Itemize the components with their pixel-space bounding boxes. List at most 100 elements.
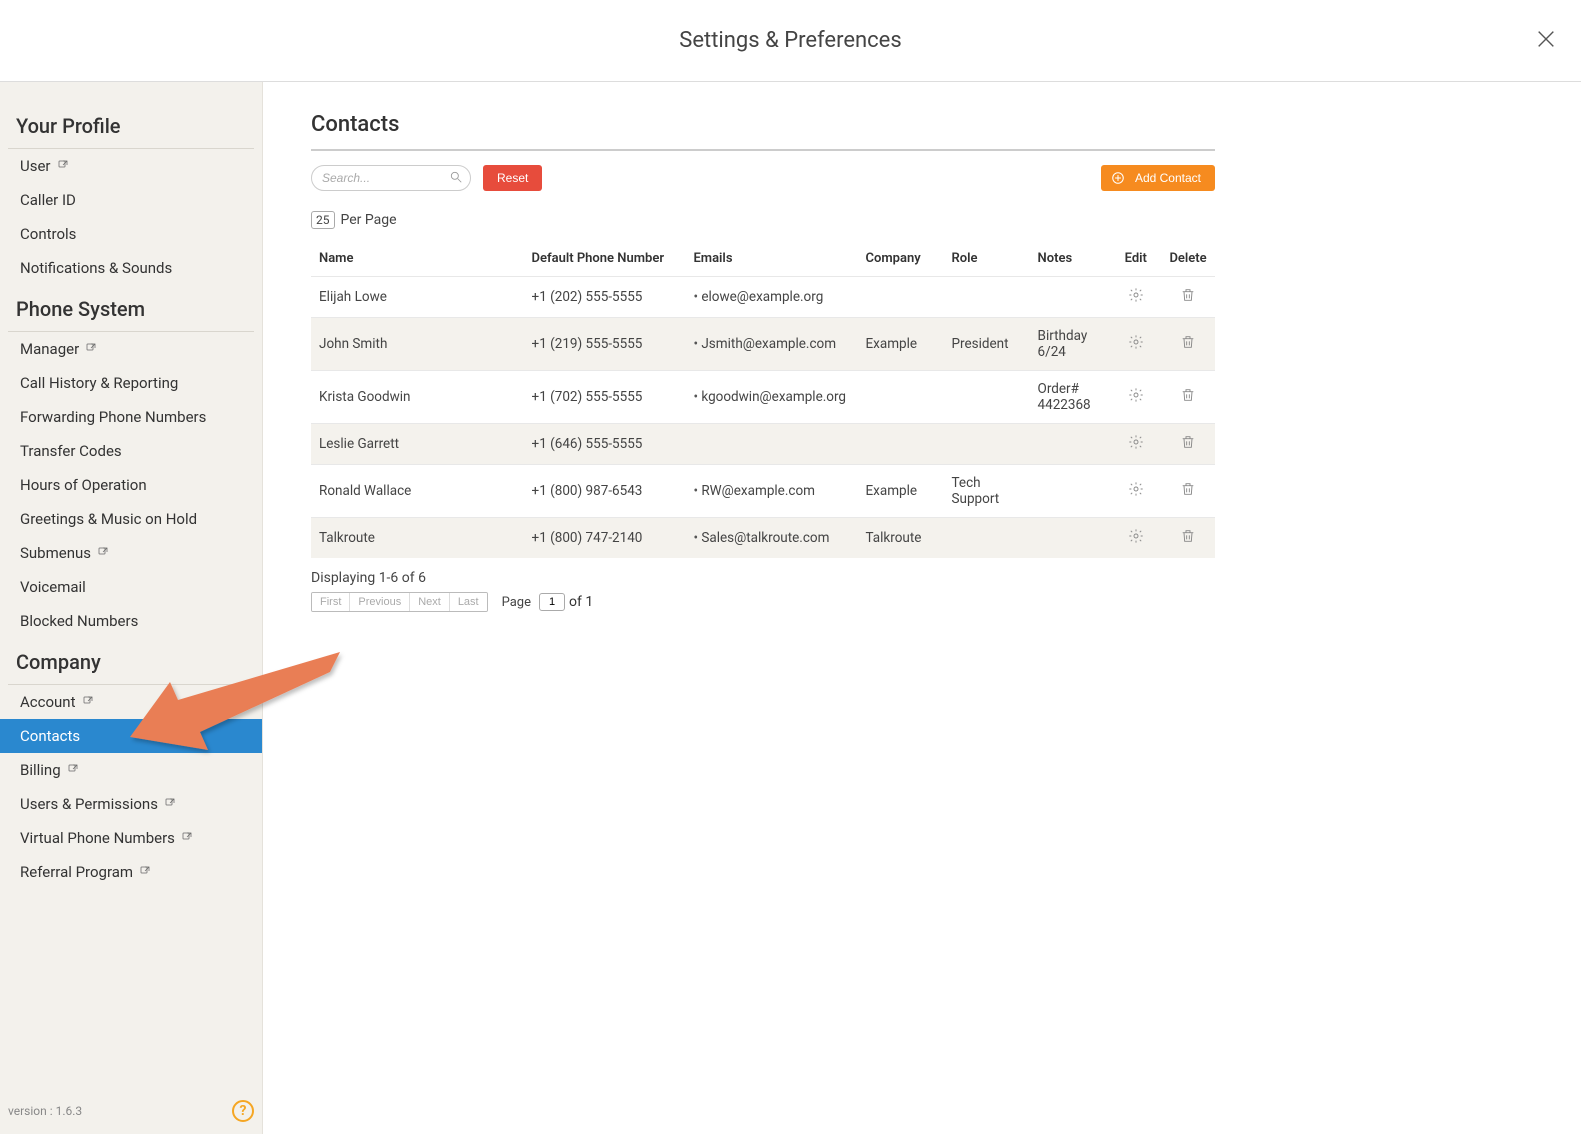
sidebar-item-contacts[interactable]: Contacts (0, 719, 262, 753)
sidebar-item-account[interactable]: Account (0, 685, 262, 719)
sidebar-item-label: Forwarding Phone Numbers (20, 408, 206, 426)
sidebar-item-label: Controls (20, 225, 76, 243)
sidebar-item-label: User (20, 157, 51, 175)
sidebar-item-transfer-codes[interactable]: Transfer Codes (0, 434, 262, 468)
external-link-icon (164, 795, 176, 813)
external-link-icon (85, 340, 97, 358)
sidebar-item-label: Submenus (20, 544, 91, 562)
cell-notes (1030, 465, 1111, 518)
sidebar-item-label: Billing (20, 761, 61, 779)
toolbar: Reset Add Contact (311, 165, 1215, 191)
plus-circle-icon (1111, 171, 1125, 185)
page-title: Contacts (311, 112, 1215, 151)
sidebar-item-label: Blocked Numbers (20, 612, 138, 630)
cell-phone: +1 (219) 555-5555 (524, 318, 686, 371)
gear-icon[interactable] (1118, 434, 1153, 450)
cell-notes (1030, 277, 1111, 318)
sidebar-item-referral-program[interactable]: Referral Program (0, 855, 262, 889)
help-icon[interactable]: ? (232, 1100, 254, 1122)
header: Settings & Preferences (0, 0, 1581, 82)
table-row: Ronald Wallace+1 (800) 987-6543RW@exampl… (311, 465, 1215, 518)
trash-icon[interactable] (1169, 434, 1207, 450)
trash-icon[interactable] (1169, 481, 1207, 497)
external-link-icon (67, 761, 79, 779)
pager-previous[interactable]: Previous (350, 593, 410, 611)
cell-phone: +1 (202) 555-5555 (524, 277, 686, 318)
sidebar-item-blocked-numbers[interactable]: Blocked Numbers (0, 604, 262, 638)
cell-email (685, 424, 857, 465)
table-row: John Smith+1 (219) 555-5555Jsmith@exampl… (311, 318, 1215, 371)
per-page-value[interactable]: 25 (311, 211, 335, 229)
add-contact-label: Add Contact (1135, 171, 1201, 185)
sidebar-item-label: Account (20, 693, 76, 711)
page-of-label: of 1 (569, 594, 593, 610)
cell-name: Leslie Garrett (311, 424, 524, 465)
pager: First Previous Next Last Page of 1 (311, 592, 1215, 612)
col-edit: Edit (1110, 241, 1161, 277)
cell-company (858, 371, 944, 424)
gear-icon[interactable] (1118, 481, 1153, 497)
col-company: Company (858, 241, 944, 277)
cell-role: Tech Support (944, 465, 1030, 518)
col-role: Role (944, 241, 1030, 277)
reset-button[interactable]: Reset (483, 165, 542, 191)
close-icon[interactable] (1535, 28, 1557, 54)
main-content: Contacts Reset Add Contact 25 Per Page (263, 82, 1263, 1134)
sidebar-item-user[interactable]: User (0, 149, 262, 183)
sidebar-item-label: Transfer Codes (20, 442, 122, 460)
trash-icon[interactable] (1169, 287, 1207, 303)
sidebar-item-voicemail[interactable]: Voicemail (0, 570, 262, 604)
cell-notes: Birthday 6/24 (1030, 318, 1111, 371)
cell-role (944, 424, 1030, 465)
sidebar-item-label: Virtual Phone Numbers (20, 829, 175, 847)
gear-icon[interactable] (1118, 387, 1153, 403)
contacts-table: Name Default Phone Number Emails Company… (311, 241, 1215, 558)
external-link-icon (82, 693, 94, 711)
sidebar-item-forwarding-phone-numbers[interactable]: Forwarding Phone Numbers (0, 400, 262, 434)
cell-name: Ronald Wallace (311, 465, 524, 518)
trash-icon[interactable] (1169, 387, 1207, 403)
pager-next[interactable]: Next (410, 593, 450, 611)
gear-icon[interactable] (1118, 334, 1153, 350)
table-row: Talkroute+1 (800) 747-2140Sales@talkrout… (311, 518, 1215, 559)
col-delete: Delete (1161, 241, 1215, 277)
sidebar: Your Profile User Caller ID Controls Notific… (0, 82, 263, 1134)
cell-notes (1030, 518, 1111, 559)
sidebar-item-submenus[interactable]: Submenus (0, 536, 262, 570)
sidebar-item-billing[interactable]: Billing (0, 753, 262, 787)
page-header-title: Settings & Preferences (679, 28, 901, 53)
sidebar-item-call-history-reporting[interactable]: Call History & Reporting (0, 366, 262, 400)
sidebar-item-notifications-sounds[interactable]: Notifications & Sounds (0, 251, 262, 285)
cell-phone: +1 (702) 555-5555 (524, 371, 686, 424)
trash-icon[interactable] (1169, 334, 1207, 350)
sidebar-item-users-permissions[interactable]: Users & Permissions (0, 787, 262, 821)
cell-role (944, 277, 1030, 318)
sidebar-item-virtual-phone-numbers[interactable]: Virtual Phone Numbers (0, 821, 262, 855)
pager-last[interactable]: Last (450, 593, 487, 611)
gear-icon[interactable] (1118, 287, 1153, 303)
sidebar-item-greetings-music-on-hold[interactable]: Greetings & Music on Hold (0, 502, 262, 536)
cell-email: kgoodwin@example.org (685, 371, 857, 424)
sidebar-item-label: Call History & Reporting (20, 374, 178, 392)
sidebar-item-label: Contacts (20, 727, 80, 745)
trash-icon[interactable] (1169, 528, 1207, 544)
cell-email: Sales@talkroute.com (685, 518, 857, 559)
cell-phone: +1 (800) 747-2140 (524, 518, 686, 559)
cell-name: Elijah Lowe (311, 277, 524, 318)
page-input[interactable] (539, 593, 565, 611)
sidebar-item-label: Users & Permissions (20, 795, 158, 813)
sidebar-item-manager[interactable]: Manager (0, 332, 262, 366)
add-contact-button[interactable]: Add Contact (1101, 165, 1215, 191)
sidebar-item-controls[interactable]: Controls (0, 217, 262, 251)
cell-role: President (944, 318, 1030, 371)
pager-first[interactable]: First (312, 593, 350, 611)
sidebar-item-label: Manager (20, 340, 79, 358)
sidebar-section-title: Your Profile (8, 102, 254, 149)
gear-icon[interactable] (1118, 528, 1153, 544)
cell-phone: +1 (646) 555-5555 (524, 424, 686, 465)
cell-company: Example (858, 318, 944, 371)
sidebar-item-label: Hours of Operation (20, 476, 147, 494)
sidebar-item-caller-id[interactable]: Caller ID (0, 183, 262, 217)
sidebar-item-hours-of-operation[interactable]: Hours of Operation (0, 468, 262, 502)
search-input[interactable] (311, 165, 471, 191)
